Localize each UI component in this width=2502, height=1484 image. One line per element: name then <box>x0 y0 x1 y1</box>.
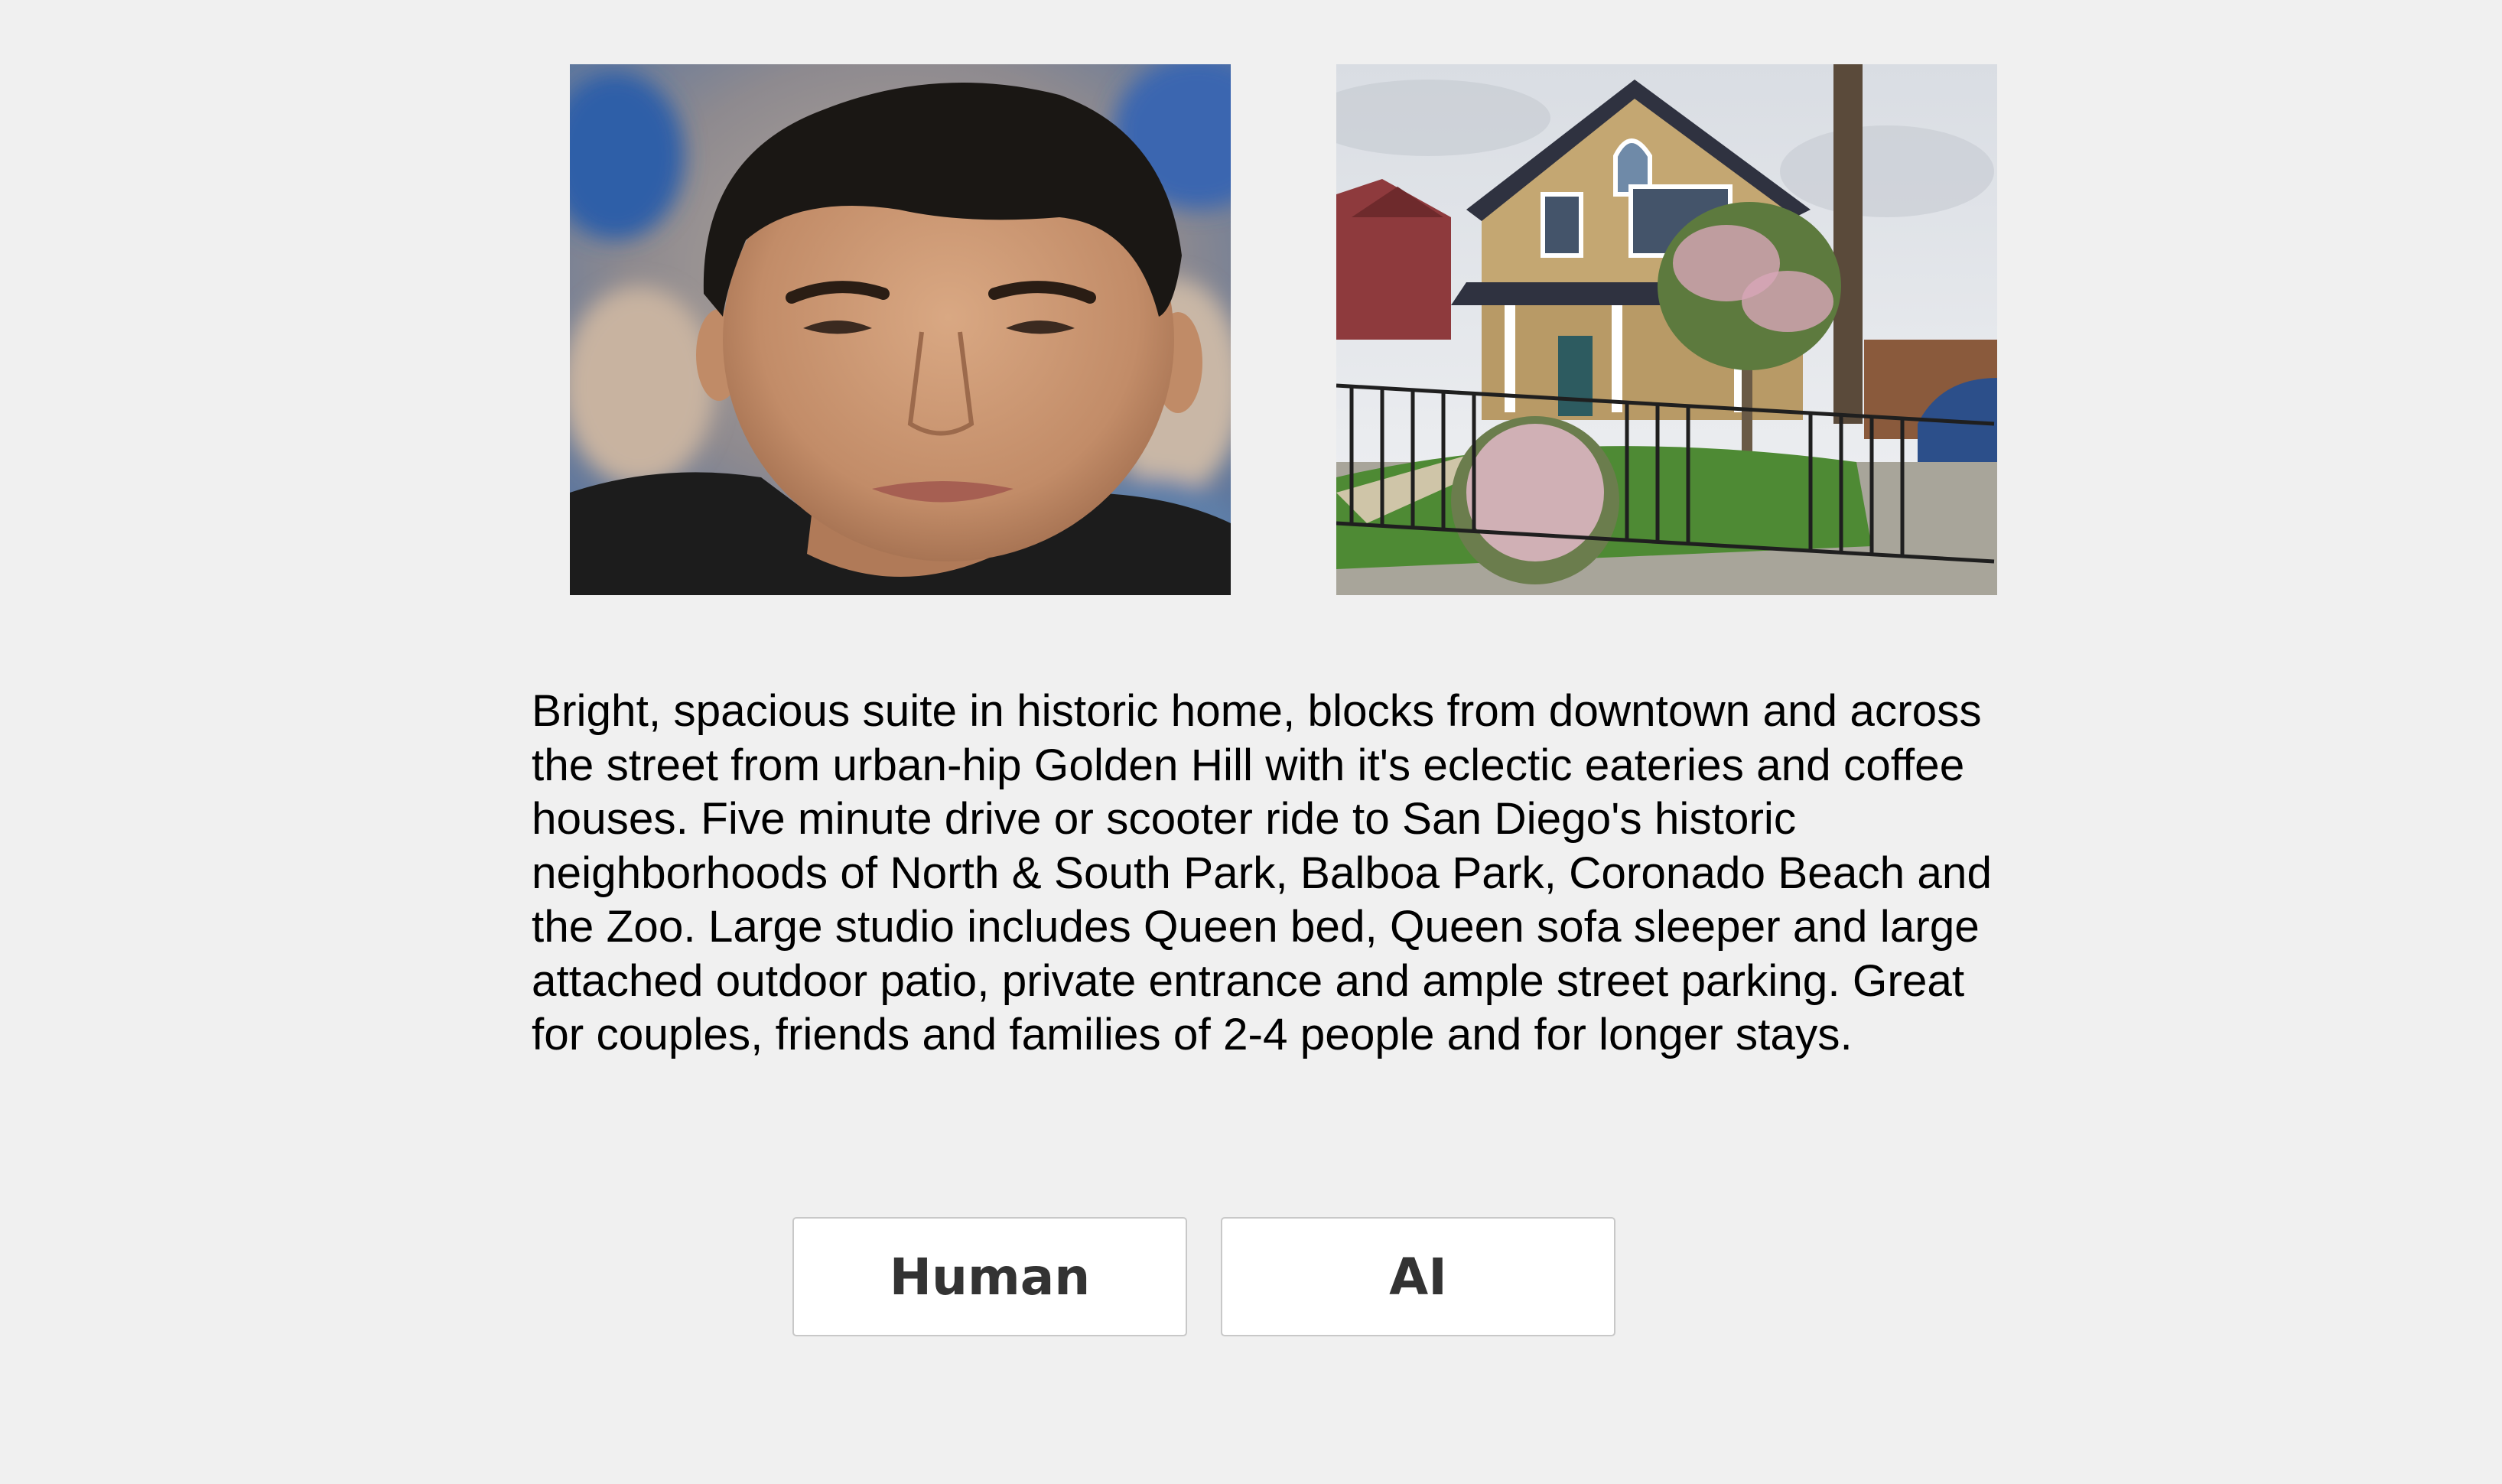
ai-button[interactable]: AI <box>1221 1217 1615 1336</box>
host-photo <box>570 64 1231 595</box>
listing-description: Bright, spacious suite in historic home,… <box>532 686 1992 1059</box>
human-button[interactable]: Human <box>792 1217 1187 1336</box>
listing-house-image <box>1336 64 1997 595</box>
host-photo-image <box>570 64 1231 595</box>
listing-house-photo <box>1336 64 1997 595</box>
